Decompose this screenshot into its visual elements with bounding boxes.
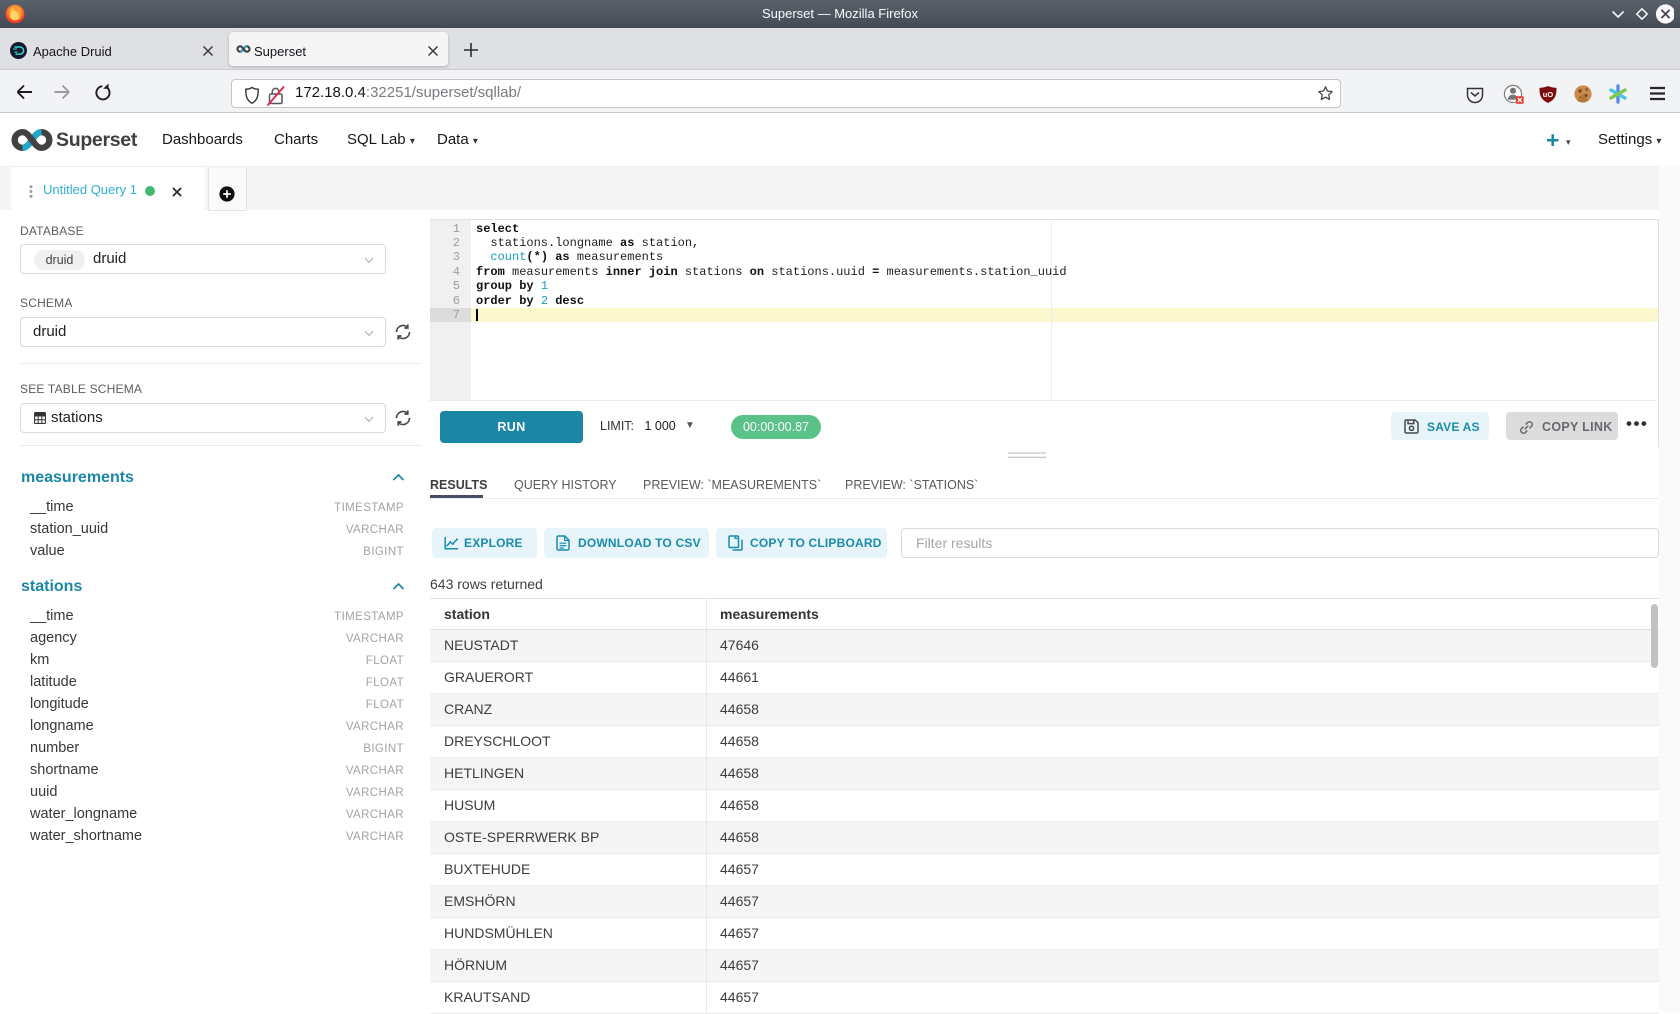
svg-text:uO: uO <box>1543 90 1554 99</box>
